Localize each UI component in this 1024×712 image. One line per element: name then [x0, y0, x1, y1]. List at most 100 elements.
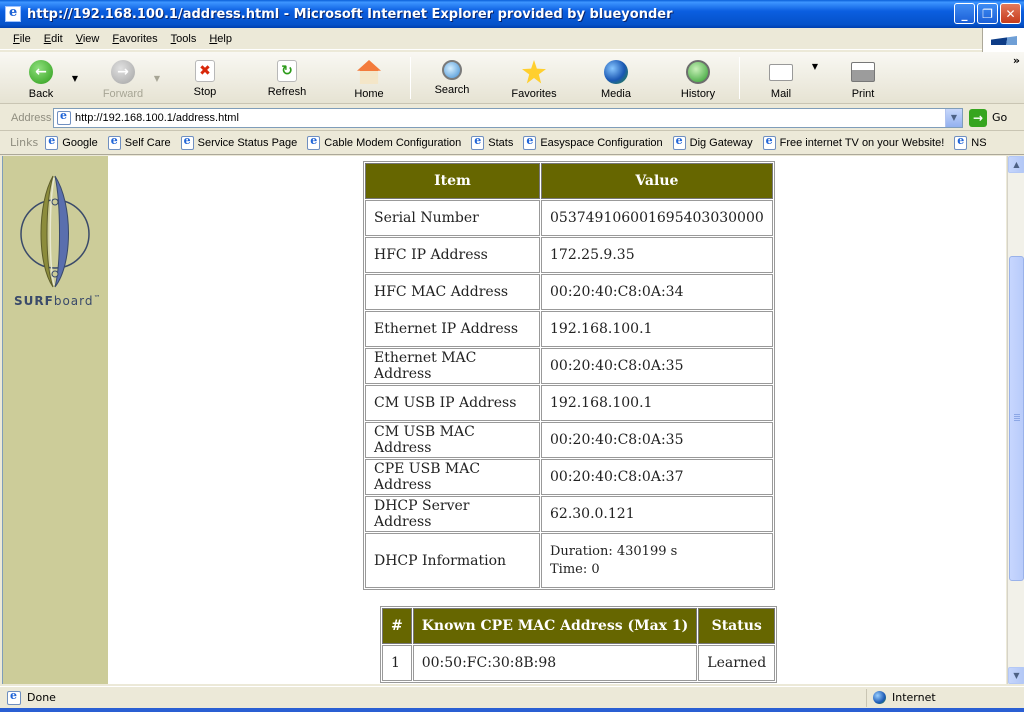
go-label: Go [992, 111, 1008, 124]
page-content: SURFboard™ Item Value Serial Number 05374… [2, 156, 1006, 684]
home-label: Home [354, 88, 384, 100]
window-title: http://192.168.100.1/address.html - Micr… [27, 6, 673, 22]
link-service-status[interactable]: Service Status Page [180, 134, 297, 150]
menu-help[interactable]: Help [209, 33, 232, 45]
sidebar: SURFboard™ [3, 156, 108, 684]
media-label: Media [601, 88, 631, 100]
item-cell: CPE USB MAC Address [365, 459, 540, 495]
mail-button[interactable]: Mail ▼ [740, 52, 822, 104]
scroll-thumb[interactable] [1009, 256, 1024, 581]
refresh-button[interactable]: ↻ Refresh [246, 52, 328, 104]
table-row: DHCP Information Duration: 430199 s Time… [365, 533, 773, 588]
link-stats[interactable]: Stats [471, 134, 514, 150]
link-label: Google [62, 136, 98, 149]
home-icon [357, 60, 381, 84]
link-self-care[interactable]: Self Care [107, 134, 171, 150]
stop-icon: ✖ [195, 60, 215, 82]
ie-icon [5, 5, 21, 22]
chevron-down-icon[interactable]: ▼ [945, 108, 962, 127]
column-header-number: # [382, 608, 412, 644]
link-label: Self Care [124, 136, 171, 149]
value-cell: 00:20:40:C8:0A:34 [541, 274, 773, 310]
back-dropdown-icon[interactable]: ▼ [72, 74, 78, 83]
table-row: CM USB IP Address 192.168.100.1 [365, 385, 773, 421]
forward-label: Forward [102, 88, 144, 100]
media-button[interactable]: Media [575, 52, 657, 104]
stop-button[interactable]: ✖ Stop [164, 52, 246, 104]
link-free-internet-tv[interactable]: Free internet TV on your Website! [762, 134, 945, 150]
link-google[interactable]: Google [45, 134, 98, 150]
column-header-item: Item [365, 163, 540, 199]
value-cell: 053749106001695403030000 [541, 200, 773, 236]
taskbar-edge [0, 708, 1024, 712]
page-icon [762, 134, 776, 150]
mail-dropdown-icon[interactable]: ▼ [812, 62, 818, 71]
links-bar: Links Google Self Care Service Status Pa… [0, 131, 1024, 155]
print-label: Print [851, 88, 875, 100]
value-cell: 192.168.100.1 [541, 385, 773, 421]
menu-favorites[interactable]: Favorites [112, 33, 157, 45]
history-label: History [680, 88, 716, 100]
search-button[interactable]: Search [411, 52, 493, 104]
value-cell: 192.168.100.1 [541, 311, 773, 347]
stop-label: Stop [193, 86, 217, 98]
security-zone: Internet [866, 688, 1016, 707]
link-label: Stats [488, 136, 514, 149]
favorites-button[interactable]: Favorites [493, 52, 575, 104]
page-icon [523, 134, 537, 150]
menu-view[interactable]: View [76, 33, 100, 45]
value-cell: Duration: 430199 s Time: 0 [541, 533, 773, 588]
item-cell: DHCP Server Address [365, 496, 540, 532]
link-dig-gateway[interactable]: Dig Gateway [672, 134, 753, 150]
link-label: Free internet TV on your Website! [779, 136, 945, 149]
scroll-down-icon[interactable]: ▼ [1008, 667, 1024, 684]
address-label: Address [11, 111, 52, 124]
windows-flag-logo [982, 28, 1024, 52]
minimize-button[interactable]: _ [954, 3, 975, 24]
link-ns[interactable]: NS [954, 134, 987, 150]
toolbar-chevron-icon[interactable]: » [1013, 54, 1020, 67]
item-cell: Ethernet IP Address [365, 311, 540, 347]
address-box[interactable]: ▼ [53, 107, 963, 128]
home-button[interactable]: Home [328, 52, 410, 104]
history-button[interactable]: History [657, 52, 739, 104]
page-icon [471, 134, 485, 150]
forward-dropdown-icon[interactable]: ▼ [154, 74, 160, 83]
link-label: NS [971, 136, 987, 149]
value-cell: 00:20:40:C8:0A:35 [541, 422, 773, 458]
menu-file[interactable]: File [13, 33, 31, 45]
menu-tools[interactable]: Tools [171, 33, 197, 45]
item-cell: DHCP Information [365, 533, 540, 588]
go-button[interactable]: → Go [969, 108, 1008, 127]
vertical-scrollbar[interactable]: ▲ ▼ [1007, 156, 1024, 684]
close-button[interactable]: ✕ [1000, 3, 1021, 24]
favorites-label: Favorites [511, 88, 557, 100]
status-text: Done [27, 691, 56, 704]
link-easyspace-config[interactable]: Easyspace Configuration [523, 134, 663, 150]
address-input[interactable] [75, 111, 935, 124]
column-header-mac: Known CPE MAC Address (Max 1) [412, 608, 698, 644]
star-icon [522, 60, 546, 84]
status-bar: Done Internet [0, 686, 1024, 708]
page-icon [307, 134, 321, 150]
maximize-button[interactable]: ❐ [977, 3, 998, 24]
zone-label: Internet [892, 691, 936, 704]
links-label: Links [10, 136, 39, 149]
forward-button[interactable]: → Forward ▼ [82, 52, 164, 104]
back-label: Back [28, 88, 54, 100]
menu-edit[interactable]: Edit [44, 33, 63, 45]
surfboard-logo-text: SURFboard™ [14, 294, 102, 308]
mail-label: Mail [770, 88, 792, 100]
table-row: DHCP Server Address 62.30.0.121 [365, 496, 773, 532]
back-button[interactable]: ← Back ▼ [0, 52, 82, 104]
page-icon [7, 689, 21, 705]
table-row: CM USB MAC Address 00:20:40:C8:0A:35 [365, 422, 773, 458]
scroll-up-icon[interactable]: ▲ [1008, 156, 1024, 173]
dhcp-time: Time: 0 [550, 561, 600, 577]
address-bar: Address ▼ → Go [0, 105, 1024, 131]
print-button[interactable]: Print [822, 52, 904, 104]
refresh-label: Refresh [267, 86, 307, 98]
link-cable-modem-config[interactable]: Cable Modem Configuration [307, 134, 461, 150]
back-arrow-icon: ← [29, 60, 53, 84]
item-cell: Ethernet MAC Address [365, 348, 540, 384]
